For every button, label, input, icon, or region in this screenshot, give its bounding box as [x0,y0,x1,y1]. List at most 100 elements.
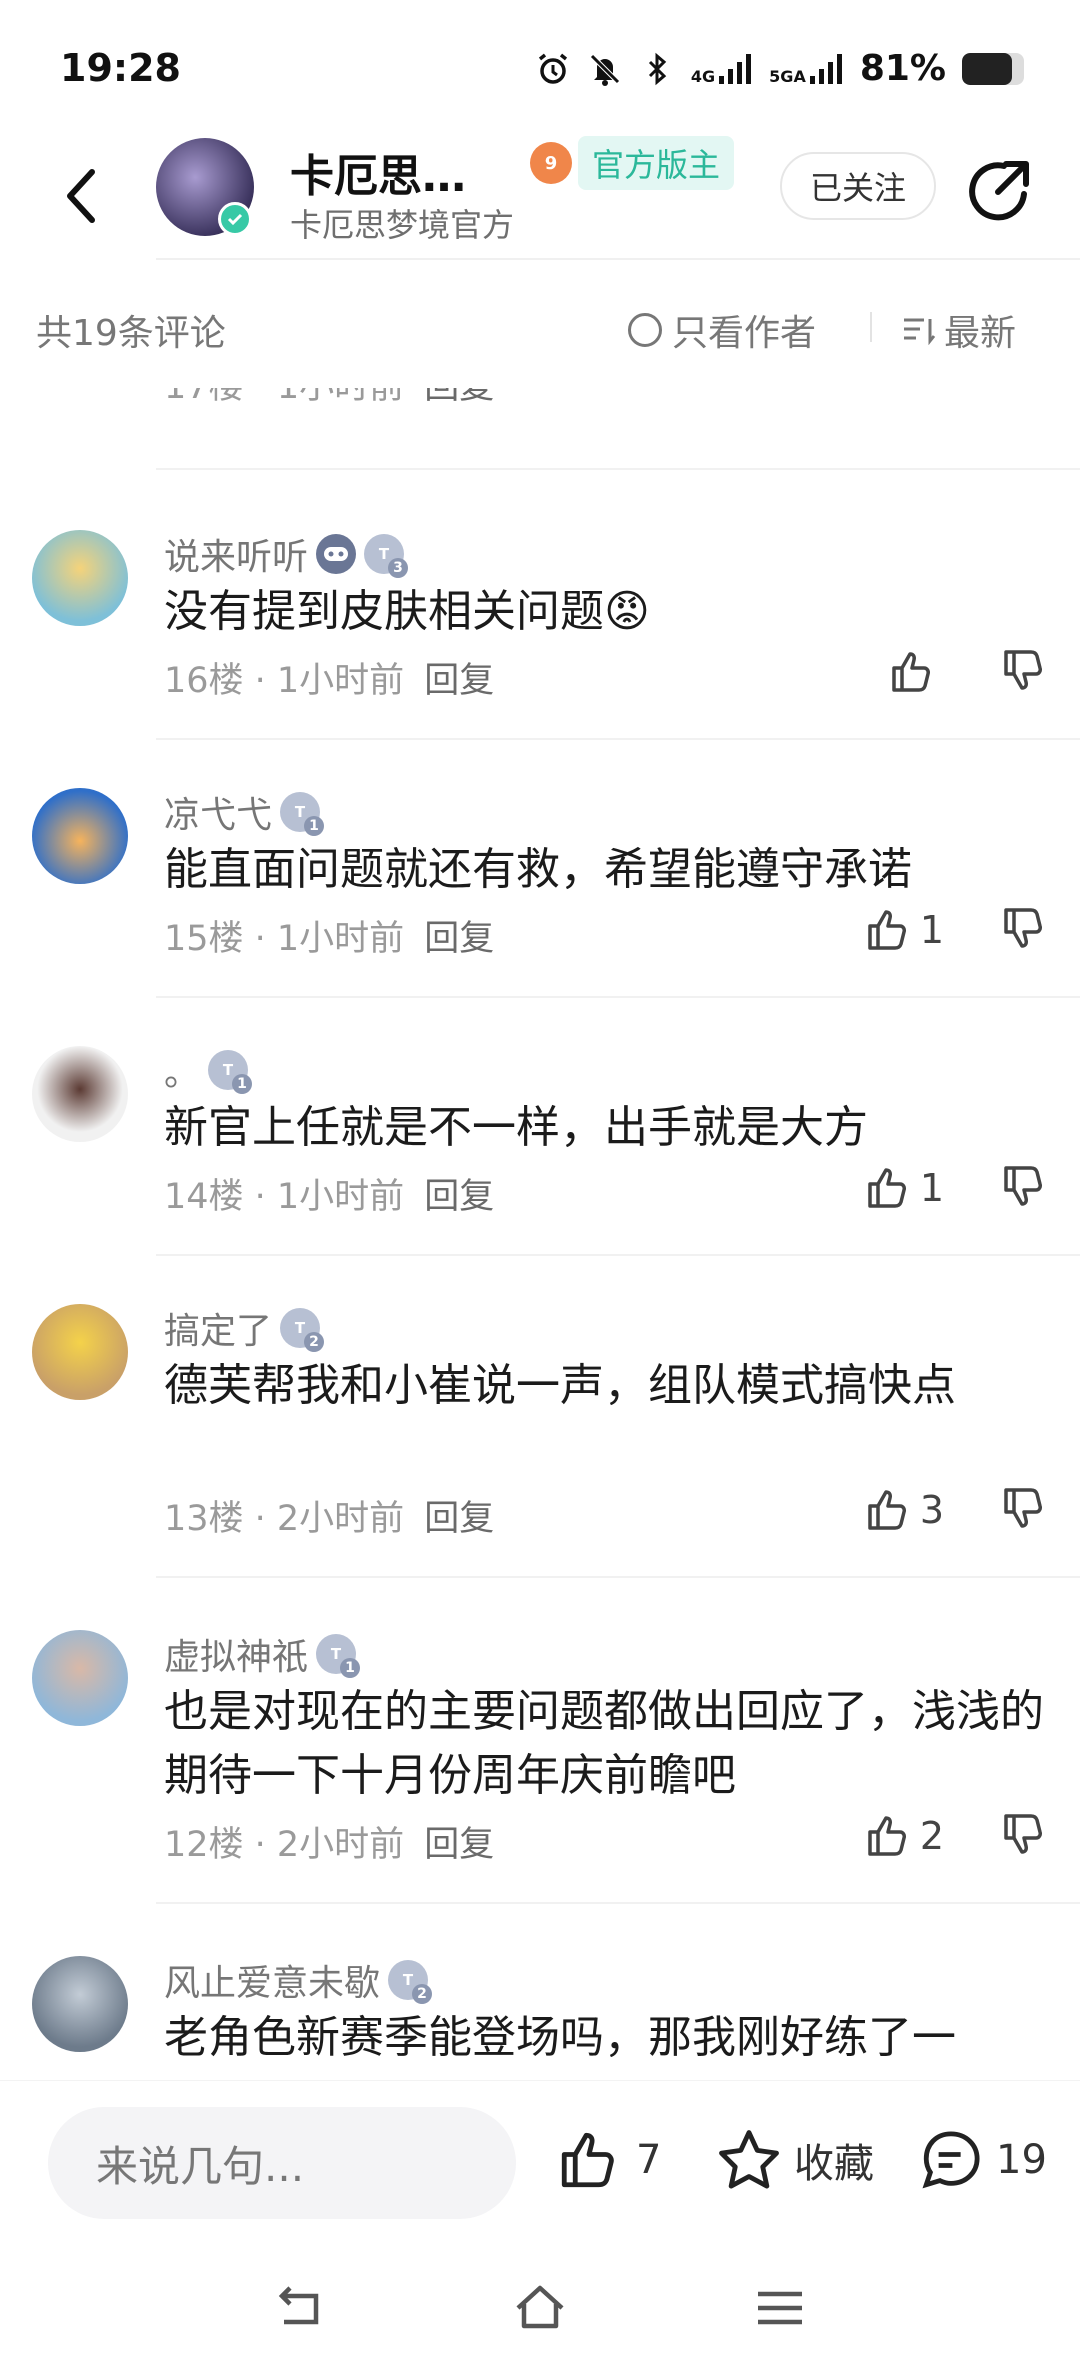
comments-button[interactable]: 19 [918,2127,1047,2193]
status-time: 19:28 [60,46,181,90]
comment-like-count: 1 [919,1166,944,1210]
battery-percent: 81% [859,48,946,89]
level-badge-icon: T2 [280,1308,325,1352]
battery-icon [962,52,1024,85]
comment-like-count: 3 [919,1488,944,1532]
commenter-name[interactable]: 说来听听 [164,528,308,580]
post-like-count: 7 [636,2137,662,2183]
reply-button[interactable]: 回复 [424,652,494,703]
mute-icon [590,53,620,86]
level-badge-icon: T1 [316,1634,361,1678]
nav-back-icon[interactable] [270,2278,330,2338]
post-header: 卡厄思… 9 官方版主 卡厄思梦境官方 已关注 [0,130,1080,260]
gamepad-badge-icon [316,534,357,574]
nav-menu-icon[interactable] [750,2278,810,2338]
header-divider [156,258,1080,260]
nav-home-icon[interactable] [510,2278,570,2338]
author-only-label: 只看作者 [672,313,817,354]
signal-4g: 4G [691,53,753,84]
comment-dislike-button[interactable] [954,1484,1048,1536]
role-tag: 官方版主 [578,136,735,190]
level-number: 1 [340,1658,361,1678]
comment-like-button[interactable]: 3 [864,1486,944,1534]
back-button[interactable] [52,160,112,232]
avatar[interactable] [32,530,128,626]
comment-like-button[interactable]: 1 [864,906,944,954]
favorite-button[interactable]: 收藏 [716,2127,874,2193]
comment-actions: 1 [864,1162,1048,1214]
comment-meta: 13楼 · 2小时前 回复 [164,1490,494,1541]
thumbs-up-icon [868,1490,906,1530]
commenter-name[interactable]: 虚拟神祇 [164,1628,308,1680]
level-badge-icon: T2 [388,1960,433,2004]
comment-like-button[interactable] [888,648,944,696]
commenter-name-row: 虚拟神祇 T 1 [164,1628,361,1680]
thumbs-down-icon [1004,1488,1042,1528]
comment-actions: 2 [864,1810,1048,1862]
comment-actions [888,646,1048,698]
reply-button[interactable]: 回复 [424,1816,494,1867]
thumbs-up-icon [868,910,906,950]
follow-button[interactable]: 已关注 [780,152,936,220]
avatar[interactable] [32,1046,128,1142]
reply-button[interactable]: 回复 [424,1168,494,1219]
comment-bubble-icon [922,2131,980,2189]
status-icons: 4G 5GA 81% [535,48,1024,89]
level-number: 9 [544,152,558,174]
signal-5ga: 5GA [769,53,844,84]
comment-divider [156,1902,1080,1904]
author-name[interactable]: 卡厄思… [290,140,466,204]
comment-floor-time: 14楼 · 1小时前 [164,1177,405,1217]
commenter-name[interactable]: 搞定了 [164,1302,272,1354]
comment-text: 没有提到皮肤相关问题😡 [164,586,650,637]
alarm-icon [538,53,567,84]
comment-dislike-button[interactable] [954,646,1048,698]
reply-button[interactable]: 回复 [424,910,494,961]
comment-divider [156,996,1080,998]
comment-like-button[interactable]: 1 [864,1164,944,1212]
comment-actions: 3 [864,1484,1048,1536]
sort-button[interactable]: 最新 [902,304,1016,356]
commenter-name[interactable]: 。 [164,1044,200,1096]
comment-meta: 16楼 · 1小时前 回复 [164,652,494,703]
avatar[interactable] [32,1630,128,1726]
comment-floor-time: 13楼 · 2小时前 [164,1499,405,1539]
comment-text: 能直面问题就还有救，希望能遵守承诺 [164,844,912,895]
comment-list: 17楼 · 1小时前 回复 说来听听 T3 没有提到皮肤相关问题😡 16楼 · 1小时… [0,388,1080,2080]
commenter-name[interactable]: 风止爱意未歇 [164,1954,380,2006]
bluetooth-icon [648,52,667,85]
level-badge-icon: T1 [280,792,325,836]
avatar[interactable] [32,1956,128,2052]
level-number: 2 [304,1332,325,1352]
level-badge-icon: T3 [364,534,409,578]
comment-dislike-button[interactable] [954,1810,1048,1862]
level-number: 2 [412,1984,433,2004]
avatar[interactable] [32,788,128,884]
status-bar: 19:28 4G 5GA 81% [0,0,1080,130]
comment-item-partial: 17楼 · 1小时前 回复 [0,388,1080,418]
comment-meta: 17楼 · 1小时前 回复 [164,388,494,409]
commenter-name[interactable]: 凉弋弋 [164,786,272,838]
commenter-name-row: 凉弋弋 T 1 [164,786,325,838]
reply-button[interactable]: 回复 [424,1490,494,1541]
comment-divider [156,1254,1080,1256]
comment-dislike-button[interactable] [954,1162,1048,1214]
comment-like-button[interactable]: 2 [864,1812,944,1860]
commenter-name-row: 说来听听 T 3 [164,528,409,580]
comment-text: 德芙帮我和小崔说一声，组队模式搞快点 [164,1360,956,1411]
reply-button[interactable]: 回复 [424,388,494,409]
comment-count: 共19条评论 [36,313,226,354]
commenter-name-row: 搞定了 T 2 [164,1302,325,1354]
comment-input[interactable]: 来说几句... [48,2107,516,2219]
avatar[interactable] [32,1304,128,1400]
share-icon[interactable] [966,156,1034,224]
sort-icon [904,318,936,345]
comment-dislike-button[interactable] [954,904,1048,956]
signal-icon [719,53,752,84]
thumbs-up-icon [892,652,930,692]
comment-meta: 14楼 · 1小时前 回复 [164,1168,494,1219]
comments-count: 19 [996,2137,1047,2183]
post-like-button[interactable]: 7 [556,2127,661,2193]
author-only-toggle[interactable]: 只看作者 [628,304,816,356]
thumbs-down-icon [1004,1814,1042,1854]
